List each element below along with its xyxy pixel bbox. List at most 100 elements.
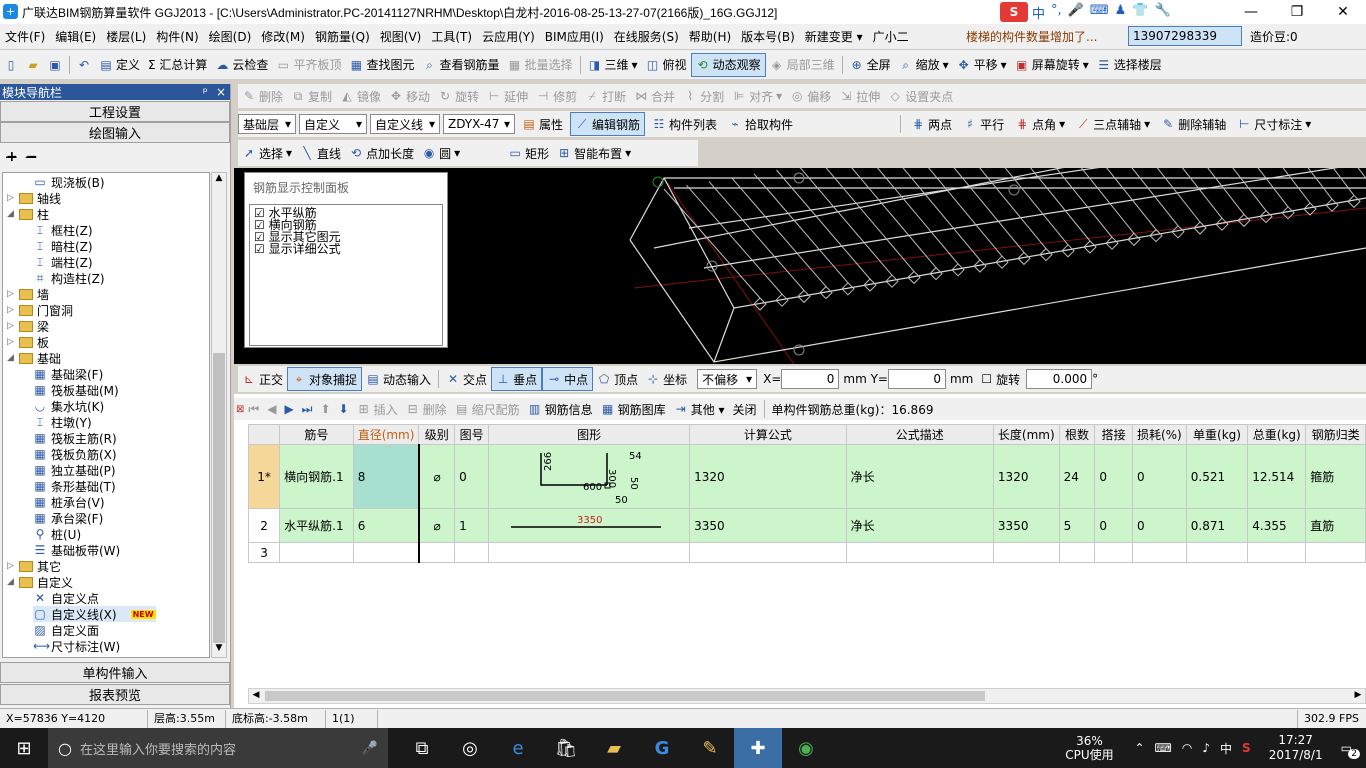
- tree-item[interactable]: ◡ 集水坑(K): [33, 398, 104, 414]
- extend-button[interactable]: ⊢ 延伸: [483, 84, 532, 108]
- vertex-snap-button[interactable]: ⬠ 顶点: [593, 367, 642, 391]
- drawing-input-button[interactable]: 绘图输入: [0, 122, 230, 143]
- ime-tools-icon[interactable]: 🔧: [1154, 3, 1170, 22]
- rect-tool-button[interactable]: ▭ 矩形: [504, 141, 553, 165]
- x-input[interactable]: 0: [781, 369, 840, 389]
- cell-lap[interactable]: 0: [1094, 444, 1133, 509]
- tree-item[interactable]: ▦ 承台梁(F): [33, 510, 103, 526]
- merge-button[interactable]: ⋈ 合并: [630, 84, 679, 108]
- tree-item[interactable]: ▷ 墙: [7, 286, 49, 302]
- cell-diameter[interactable]: 6: [352, 508, 420, 543]
- insert-row-button[interactable]: ⊞ 插入: [353, 398, 402, 420]
- pan-button[interactable]: ✥ 平移 ▾: [953, 53, 1011, 77]
- menu-tools[interactable]: 工具(T): [426, 28, 477, 45]
- ime-keyboard-icon[interactable]: ⌨: [1090, 3, 1109, 22]
- tree-item[interactable]: ▦ 条形基础(T): [33, 478, 115, 494]
- cell-formula-desc[interactable]: 净长: [845, 444, 994, 509]
- cell-loss[interactable]: 0: [1131, 444, 1187, 509]
- cell-shape[interactable]: 3350: [488, 508, 691, 543]
- tray-sogou-icon[interactable]: S: [1242, 741, 1251, 755]
- cell-grade[interactable]: ⌀: [418, 508, 456, 543]
- close-button[interactable]: ✕: [1320, 0, 1366, 24]
- trim-button[interactable]: ⊣ 修剪: [532, 84, 581, 108]
- checkbox-checked-icon[interactable]: ☑: [254, 242, 265, 256]
- minimize-button[interactable]: —: [1228, 0, 1274, 24]
- scale-rebar-button[interactable]: ▤ 缩尺配筋: [451, 398, 524, 420]
- dynamic-input-button[interactable]: ▤ 动态输入: [362, 367, 435, 391]
- cell-formula[interactable]: 3350: [689, 508, 847, 543]
- ime-punct[interactable]: °,: [1051, 3, 1062, 22]
- tree-collapsed-icon[interactable]: ▷: [7, 561, 17, 571]
- cell-fig-no[interactable]: 1: [454, 508, 490, 543]
- tree-collapsed-icon[interactable]: ▷: [7, 321, 17, 331]
- move-down-icon[interactable]: ⬇: [335, 398, 353, 420]
- pin-icon[interactable]: ᵖ: [203, 85, 208, 99]
- floor-select[interactable]: 基础层 ▾: [238, 114, 296, 134]
- tree-expanded-icon[interactable]: ◢: [7, 209, 17, 219]
- tree-item[interactable]: ✕ 自定义点: [33, 590, 99, 606]
- tree-item[interactable]: ▷ 板: [7, 334, 49, 350]
- cell-shape[interactable]: [488, 542, 691, 563]
- option-show-formula[interactable]: ☑ 显示详细公式: [254, 243, 438, 255]
- cell-loss[interactable]: [1131, 542, 1187, 563]
- cell-fig-no[interactable]: [454, 542, 490, 563]
- component-code-select[interactable]: ZDYX-47 ▾: [443, 114, 515, 134]
- microphone-icon[interactable]: 🎤: [362, 741, 378, 756]
- tree-item[interactable]: ▦ 筏板主筋(R): [33, 430, 116, 446]
- move-up-icon[interactable]: ⬆: [316, 398, 334, 420]
- tree-item[interactable]: ⌶ 柱墩(Y): [33, 414, 91, 430]
- parallel-axis-button[interactable]: ♯ 平行: [959, 112, 1008, 136]
- tree-item[interactable]: ⌶ 端柱(Z): [33, 254, 92, 270]
- dimension-button[interactable]: ⊢ 尺寸标注 ▾: [1233, 112, 1315, 136]
- two-point-axis-button[interactable]: ⋕ 两点: [907, 112, 956, 136]
- cell-bar-no[interactable]: 横向钢筋.1: [279, 444, 354, 509]
- menu-version[interactable]: 版本号(B): [736, 28, 800, 45]
- cell-category[interactable]: 箍筋: [1305, 444, 1366, 509]
- tray-keyboard-icon[interactable]: ⌨: [1155, 741, 1172, 755]
- copy-button[interactable]: ⧉ 复制: [287, 84, 336, 108]
- notepad-icon[interactable]: ✎: [686, 728, 734, 768]
- menu-guangxiaoer[interactable]: 广小二: [868, 28, 914, 45]
- first-record-icon[interactable]: ⏮: [244, 398, 263, 420]
- component-list-button[interactable]: ☷ 构件列表: [648, 112, 721, 136]
- tree-item[interactable]: ▭ 现浇板(B): [33, 174, 104, 190]
- file-explorer-icon[interactable]: ▰: [590, 728, 638, 768]
- task-view-icon[interactable]: ⧉: [398, 728, 446, 768]
- pick-component-button[interactable]: ⌁ 拾取构件: [724, 112, 797, 136]
- offset-select[interactable]: 不偏移 ▾: [697, 369, 758, 389]
- summary-calc-button[interactable]: Σ 汇总计算: [144, 53, 211, 77]
- notice-text[interactable]: 楼梯的构件数量增加了...: [966, 28, 1097, 45]
- batch-select-button[interactable]: ▦ 批量选择: [503, 53, 576, 77]
- tray-clock[interactable]: 17:27 2017/8/1: [1261, 733, 1331, 763]
- cell-length[interactable]: [992, 542, 1060, 563]
- cell-total-weight[interactable]: 4.355: [1247, 508, 1307, 543]
- ime-lang[interactable]: 中: [1032, 3, 1045, 22]
- close-panel-icon[interactable]: ×: [216, 85, 226, 99]
- new-file-button[interactable]: ▯: [0, 53, 22, 77]
- cell-length[interactable]: 1320: [992, 444, 1060, 509]
- cell-total-weight[interactable]: 12.514: [1247, 444, 1307, 509]
- zoom-button[interactable]: ⌕ 缩放 ▾: [895, 53, 953, 77]
- menu-component[interactable]: 构件(N): [151, 28, 203, 45]
- delete-row-button[interactable]: ⊟ 删除: [402, 398, 451, 420]
- align-slab-top-button[interactable]: ▭ 平齐板顶: [272, 53, 345, 77]
- ortho-button[interactable]: ⊾ 正交: [238, 367, 287, 391]
- scroll-down-icon[interactable]: ▼: [212, 643, 226, 657]
- menu-rebar[interactable]: 钢筋量(Q): [310, 28, 375, 45]
- tree-collapsed-icon[interactable]: ▷: [7, 193, 17, 203]
- maximize-button[interactable]: ❐: [1274, 0, 1320, 24]
- cell-grade[interactable]: ⌀: [418, 444, 456, 509]
- ime-user-icon[interactable]: ♟: [1115, 3, 1127, 22]
- cell-count[interactable]: [1058, 542, 1096, 563]
- single-component-input-button[interactable]: 单构件输入: [0, 662, 230, 683]
- tree-item[interactable]: ⌶ 框柱(Z): [33, 222, 92, 238]
- subtype-select[interactable]: 自定义线 ▾: [370, 114, 440, 134]
- cell-length[interactable]: 3350: [992, 508, 1060, 543]
- collapse-all-icon[interactable]: −̶: [26, 149, 38, 165]
- local-3d-button[interactable]: ◈ 局部三维: [766, 53, 839, 77]
- fullscreen-button[interactable]: ⊕ 全屏: [846, 53, 895, 77]
- notification-icon[interactable]: ▭ 2: [1341, 741, 1360, 759]
- table-row[interactable]: 1* 横向钢筋.1 8 ⌀ 0 266 300 54 600 50 50 132…: [248, 444, 1366, 509]
- select-tool-button[interactable]: ➚ 选择 ▾: [238, 141, 296, 165]
- tree-item[interactable]: ⌗ 构造柱(Z): [33, 270, 105, 286]
